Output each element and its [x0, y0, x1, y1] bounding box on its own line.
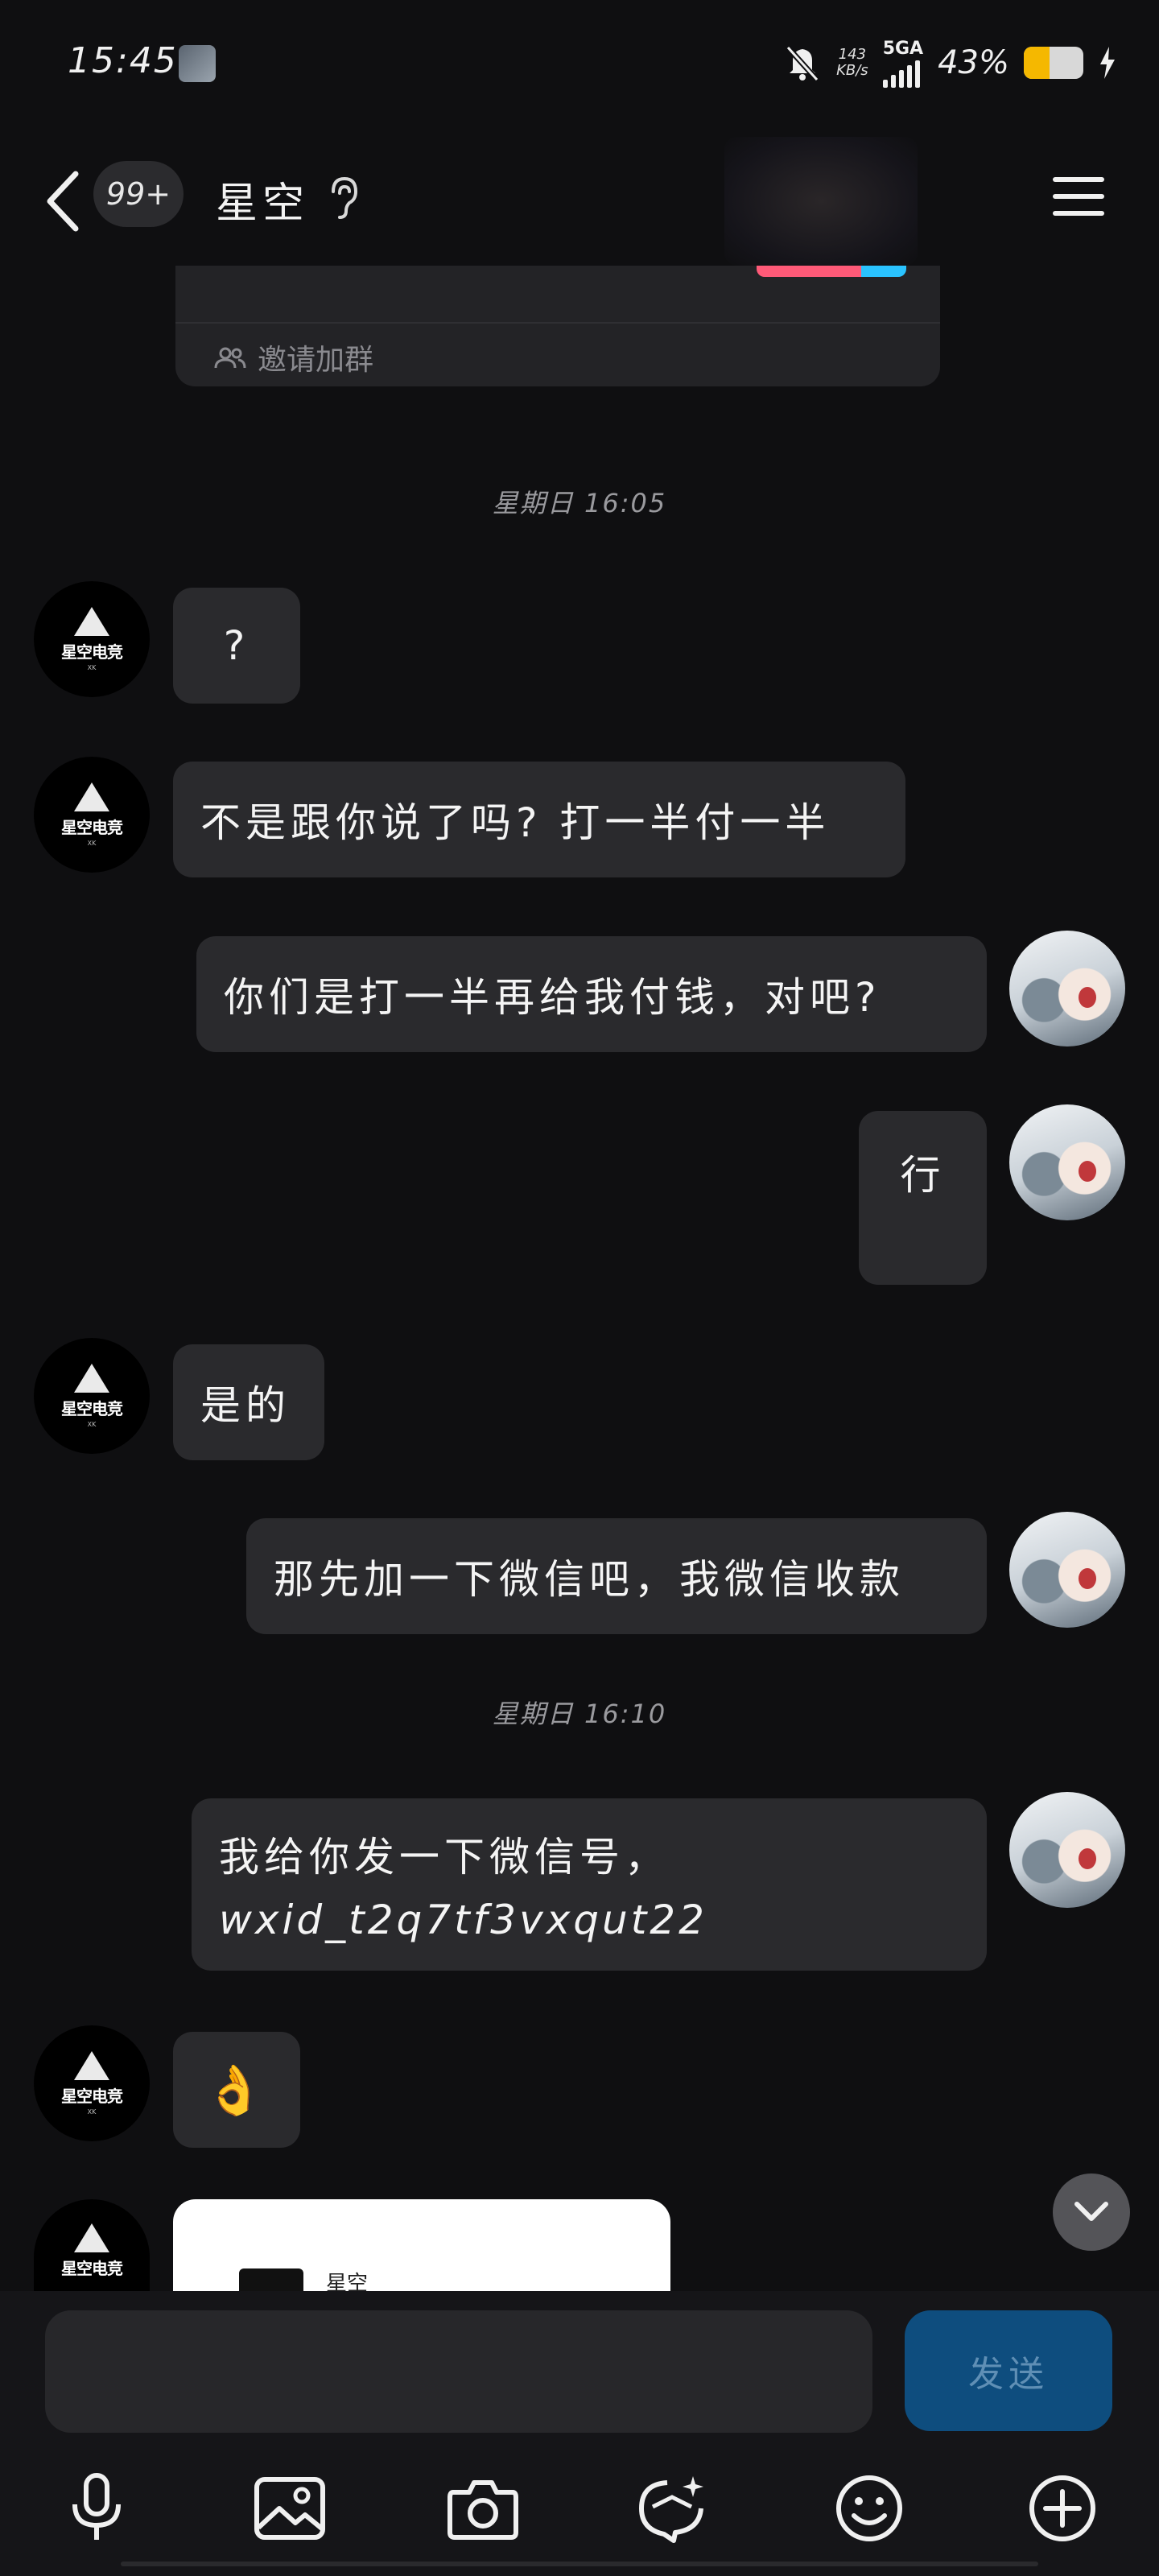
avatar[interactable]: 星空电竞 XK — [34, 2025, 150, 2141]
brand-logo-icon — [74, 607, 109, 636]
message-input[interactable] — [45, 2310, 872, 2433]
battery-percent: 43% — [938, 44, 1009, 81]
app-notification-icon — [179, 45, 216, 82]
back-arrow-icon[interactable] — [42, 169, 90, 233]
input-toolbar — [0, 2468, 1159, 2565]
avatar[interactable]: 星空电竞 XK — [34, 581, 150, 697]
network-type: 5GA — [882, 38, 924, 59]
my-avatar[interactable] — [1009, 1512, 1125, 1628]
blurred-profile-image — [724, 137, 918, 266]
message-bubble[interactable]: 👌 — [173, 2032, 300, 2148]
charging-icon — [1100, 47, 1115, 79]
signal-icon — [882, 59, 920, 88]
ok-hand-emoji: 👌 — [204, 2062, 270, 2119]
emoji-icon[interactable] — [829, 2468, 909, 2549]
chat-title[interactable]: 星空 — [216, 169, 309, 229]
brand-logo-icon — [74, 782, 109, 811]
avatar[interactable]: 星空电竞 XK — [34, 1338, 150, 1454]
ear-icon[interactable] — [325, 174, 361, 221]
unread-count-badge[interactable]: 99+ — [93, 161, 184, 227]
quick-reply-icon[interactable] — [633, 2468, 713, 2549]
send-button[interactable]: 发送 — [905, 2310, 1112, 2431]
scroll-to-bottom-button[interactable] — [1053, 2174, 1130, 2251]
image-icon[interactable] — [250, 2468, 330, 2549]
invite-to-group-button[interactable]: 邀请加群 — [214, 336, 373, 378]
card-logo — [239, 2268, 303, 2293]
plus-icon[interactable] — [1022, 2468, 1103, 2549]
microphone-icon[interactable] — [56, 2468, 137, 2549]
group-card[interactable]: 邀请加群 — [175, 266, 940, 386]
avatar[interactable]: 星空电竞 — [34, 2199, 150, 2291]
network-speed: 143 KB/s — [836, 46, 868, 79]
invite-label: 邀请加群 — [258, 344, 374, 377]
shared-card[interactable]: 星空 — [173, 2199, 670, 2293]
status-time: 15:45 — [68, 40, 178, 81]
brand-logo-icon — [74, 2223, 109, 2252]
mute-bell-icon — [786, 45, 819, 82]
message-bubble[interactable]: 我给你发一下微信号， wxid_t2q7tf3vxqut22 — [192, 1798, 987, 1971]
my-avatar[interactable] — [1009, 1104, 1125, 1220]
camera-icon[interactable] — [443, 2468, 523, 2549]
my-avatar[interactable] — [1009, 1792, 1125, 1908]
menu-icon[interactable] — [1051, 174, 1106, 219]
status-bar: 15:45 143 KB/s 5GA 43% — [0, 0, 1159, 129]
card-divider — [175, 322, 940, 324]
chevron-down-icon — [1074, 2202, 1108, 2221]
message-bubble[interactable]: 你们是打一半再给我付钱，对吧? — [196, 936, 987, 1052]
message-bubble[interactable]: ? — [173, 588, 300, 704]
chat-header: 99+ 星空 — [0, 137, 1159, 266]
card-stripe — [757, 266, 906, 277]
battery-icon — [1024, 47, 1083, 79]
brand-logo-icon — [74, 1364, 109, 1393]
my-avatar[interactable] — [1009, 931, 1125, 1046]
message-bubble[interactable]: 不是跟你说了吗? 打一半付一半 — [173, 762, 905, 877]
message-bubble[interactable]: 是的 — [173, 1344, 324, 1460]
status-indicators: 143 KB/s 5GA 43% — [783, 38, 1117, 88]
gesture-bar — [121, 2562, 1038, 2566]
message-bubble[interactable]: 行 — [859, 1111, 987, 1285]
timestamp: 星期日 16:10 — [492, 1699, 667, 1729]
input-area: 发送 — [0, 2291, 1159, 2576]
avatar[interactable]: 星空电竞 XK — [34, 757, 150, 873]
brand-logo-icon — [74, 2051, 109, 2080]
timestamp: 星期日 16:05 — [492, 488, 667, 518]
card-name: 星空 — [326, 2272, 369, 2293]
message-bubble[interactable]: 那先加一下微信吧，我微信收款 — [246, 1518, 987, 1634]
people-icon — [214, 347, 246, 369]
